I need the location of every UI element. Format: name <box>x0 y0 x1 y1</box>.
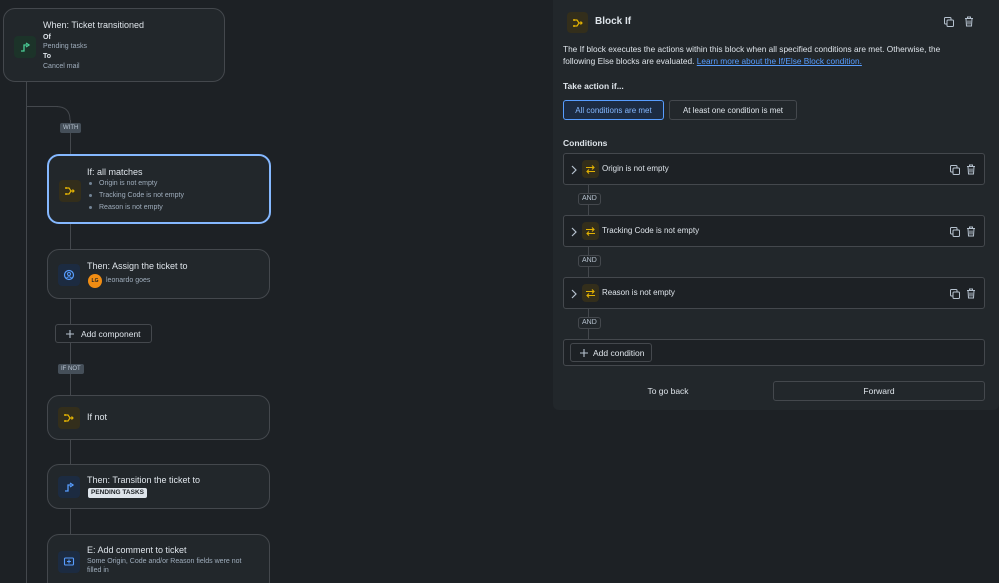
trash-icon[interactable] <box>966 226 976 237</box>
avatar: LG <box>88 274 102 288</box>
condition-label: Origin is not empty <box>602 164 669 173</box>
add-component-button[interactable]: Add component <box>55 324 152 343</box>
flow-connector <box>26 82 27 583</box>
if-block-card[interactable]: If: all matches Origin is not empty Trac… <box>47 154 271 224</box>
swap-icon <box>582 160 599 178</box>
flow-connector <box>70 298 71 324</box>
flow-connector <box>26 106 58 107</box>
trigger-to-label: To <box>43 53 52 60</box>
flow-connector <box>70 508 71 535</box>
back-button[interactable]: To go back <box>563 381 773 401</box>
bullet-icon <box>89 193 92 197</box>
block-if-panel: Block If The If block executes the actio… <box>553 0 999 410</box>
with-tag: WITH <box>60 123 82 133</box>
comment-title: E: Add comment to ticket <box>87 545 187 555</box>
swap-icon <box>582 284 599 302</box>
panel-title: Block If <box>595 16 632 27</box>
copy-icon[interactable] <box>950 289 960 299</box>
user-circle-icon <box>58 264 80 286</box>
condition-row[interactable]: Reason is not empty <box>563 277 985 309</box>
add-component-label: Add component <box>81 328 141 339</box>
condition-label: Reason is not empty <box>602 288 675 297</box>
transition-title: Then: Transition the ticket to <box>87 475 201 485</box>
comment-card[interactable]: E: Add comment to ticket Some Origin, Co… <box>47 534 270 583</box>
flow-connector <box>70 439 71 465</box>
flow-connector <box>70 223 71 250</box>
add-condition-label: Add condition <box>593 347 645 358</box>
if-block-title: If: all matches <box>87 167 143 177</box>
trigger-title: When: Ticket transitioned <box>43 20 145 30</box>
comment-icon <box>58 551 80 573</box>
branch-icon <box>59 180 81 202</box>
bullet-icon <box>89 205 92 209</box>
plus-icon <box>66 329 74 338</box>
transition-icon <box>58 476 80 498</box>
add-condition-button[interactable]: Add condition <box>570 343 652 362</box>
if-not-tag: IF NOT <box>58 364 84 374</box>
transition-card[interactable]: Then: Transition the ticket to PENDING T… <box>47 464 270 509</box>
comment-text: filled in <box>87 567 109 574</box>
trigger-card[interactable]: When: Ticket transitioned Of Pending tas… <box>3 8 225 82</box>
trigger-to-value: Cancel mail <box>43 63 80 70</box>
panel-description: The If block executes the actions within… <box>563 44 941 54</box>
trash-icon[interactable] <box>966 164 976 175</box>
swap-icon <box>582 222 599 240</box>
conditions-label: Conditions <box>563 138 608 148</box>
chevron-right-icon[interactable] <box>570 227 578 237</box>
condition-row[interactable]: Tracking Code is not empty <box>563 215 985 247</box>
take-action-label: Take action if... <box>563 81 624 91</box>
condition-row[interactable]: Origin is not empty <box>563 153 985 185</box>
status-badge: PENDING TASKS <box>88 488 147 498</box>
if-not-title: If not <box>87 412 108 422</box>
trigger-of-value: Pending tasks <box>43 43 87 50</box>
trash-icon[interactable] <box>966 288 976 299</box>
plus-icon <box>580 348 588 357</box>
option-one-condition[interactable]: At least one condition is met <box>669 100 797 120</box>
forward-button[interactable]: Forward <box>773 381 985 401</box>
assign-user: leonardo goes <box>106 277 151 284</box>
condition-label: Tracking Code is not empty <box>602 226 700 235</box>
if-not-card[interactable]: If not <box>47 395 270 440</box>
trash-icon[interactable] <box>964 16 974 27</box>
copy-icon[interactable] <box>950 227 960 237</box>
option-all-conditions[interactable]: All conditions are met <box>563 100 664 120</box>
assign-card[interactable]: Then: Assign the ticket to LG leonardo g… <box>47 249 270 299</box>
chevron-right-icon[interactable] <box>570 289 578 299</box>
if-condition-item: Origin is not empty <box>89 180 157 187</box>
add-condition-row: Add condition <box>563 339 985 366</box>
if-condition-item: Reason is not empty <box>89 204 163 211</box>
trigger-of-label: Of <box>43 34 51 41</box>
if-condition-item: Tracking Code is not empty <box>89 192 184 199</box>
bullet-icon <box>89 181 92 185</box>
copy-icon[interactable] <box>944 17 954 27</box>
branch-icon <box>567 12 588 33</box>
assign-title: Then: Assign the ticket to <box>87 261 188 271</box>
panel-description: following Else blocks are evaluated. Lea… <box>563 56 862 66</box>
branch-icon <box>58 407 80 429</box>
transition-icon <box>14 36 36 58</box>
learn-more-link[interactable]: Learn more about the If/Else Block condi… <box>697 56 862 66</box>
and-tag: AND <box>578 317 601 329</box>
and-tag: AND <box>578 193 601 205</box>
comment-text: Some Origin, Code and/or Reason fields w… <box>87 558 242 565</box>
and-tag: AND <box>578 255 601 267</box>
copy-icon[interactable] <box>950 165 960 175</box>
chevron-right-icon[interactable] <box>570 165 578 175</box>
